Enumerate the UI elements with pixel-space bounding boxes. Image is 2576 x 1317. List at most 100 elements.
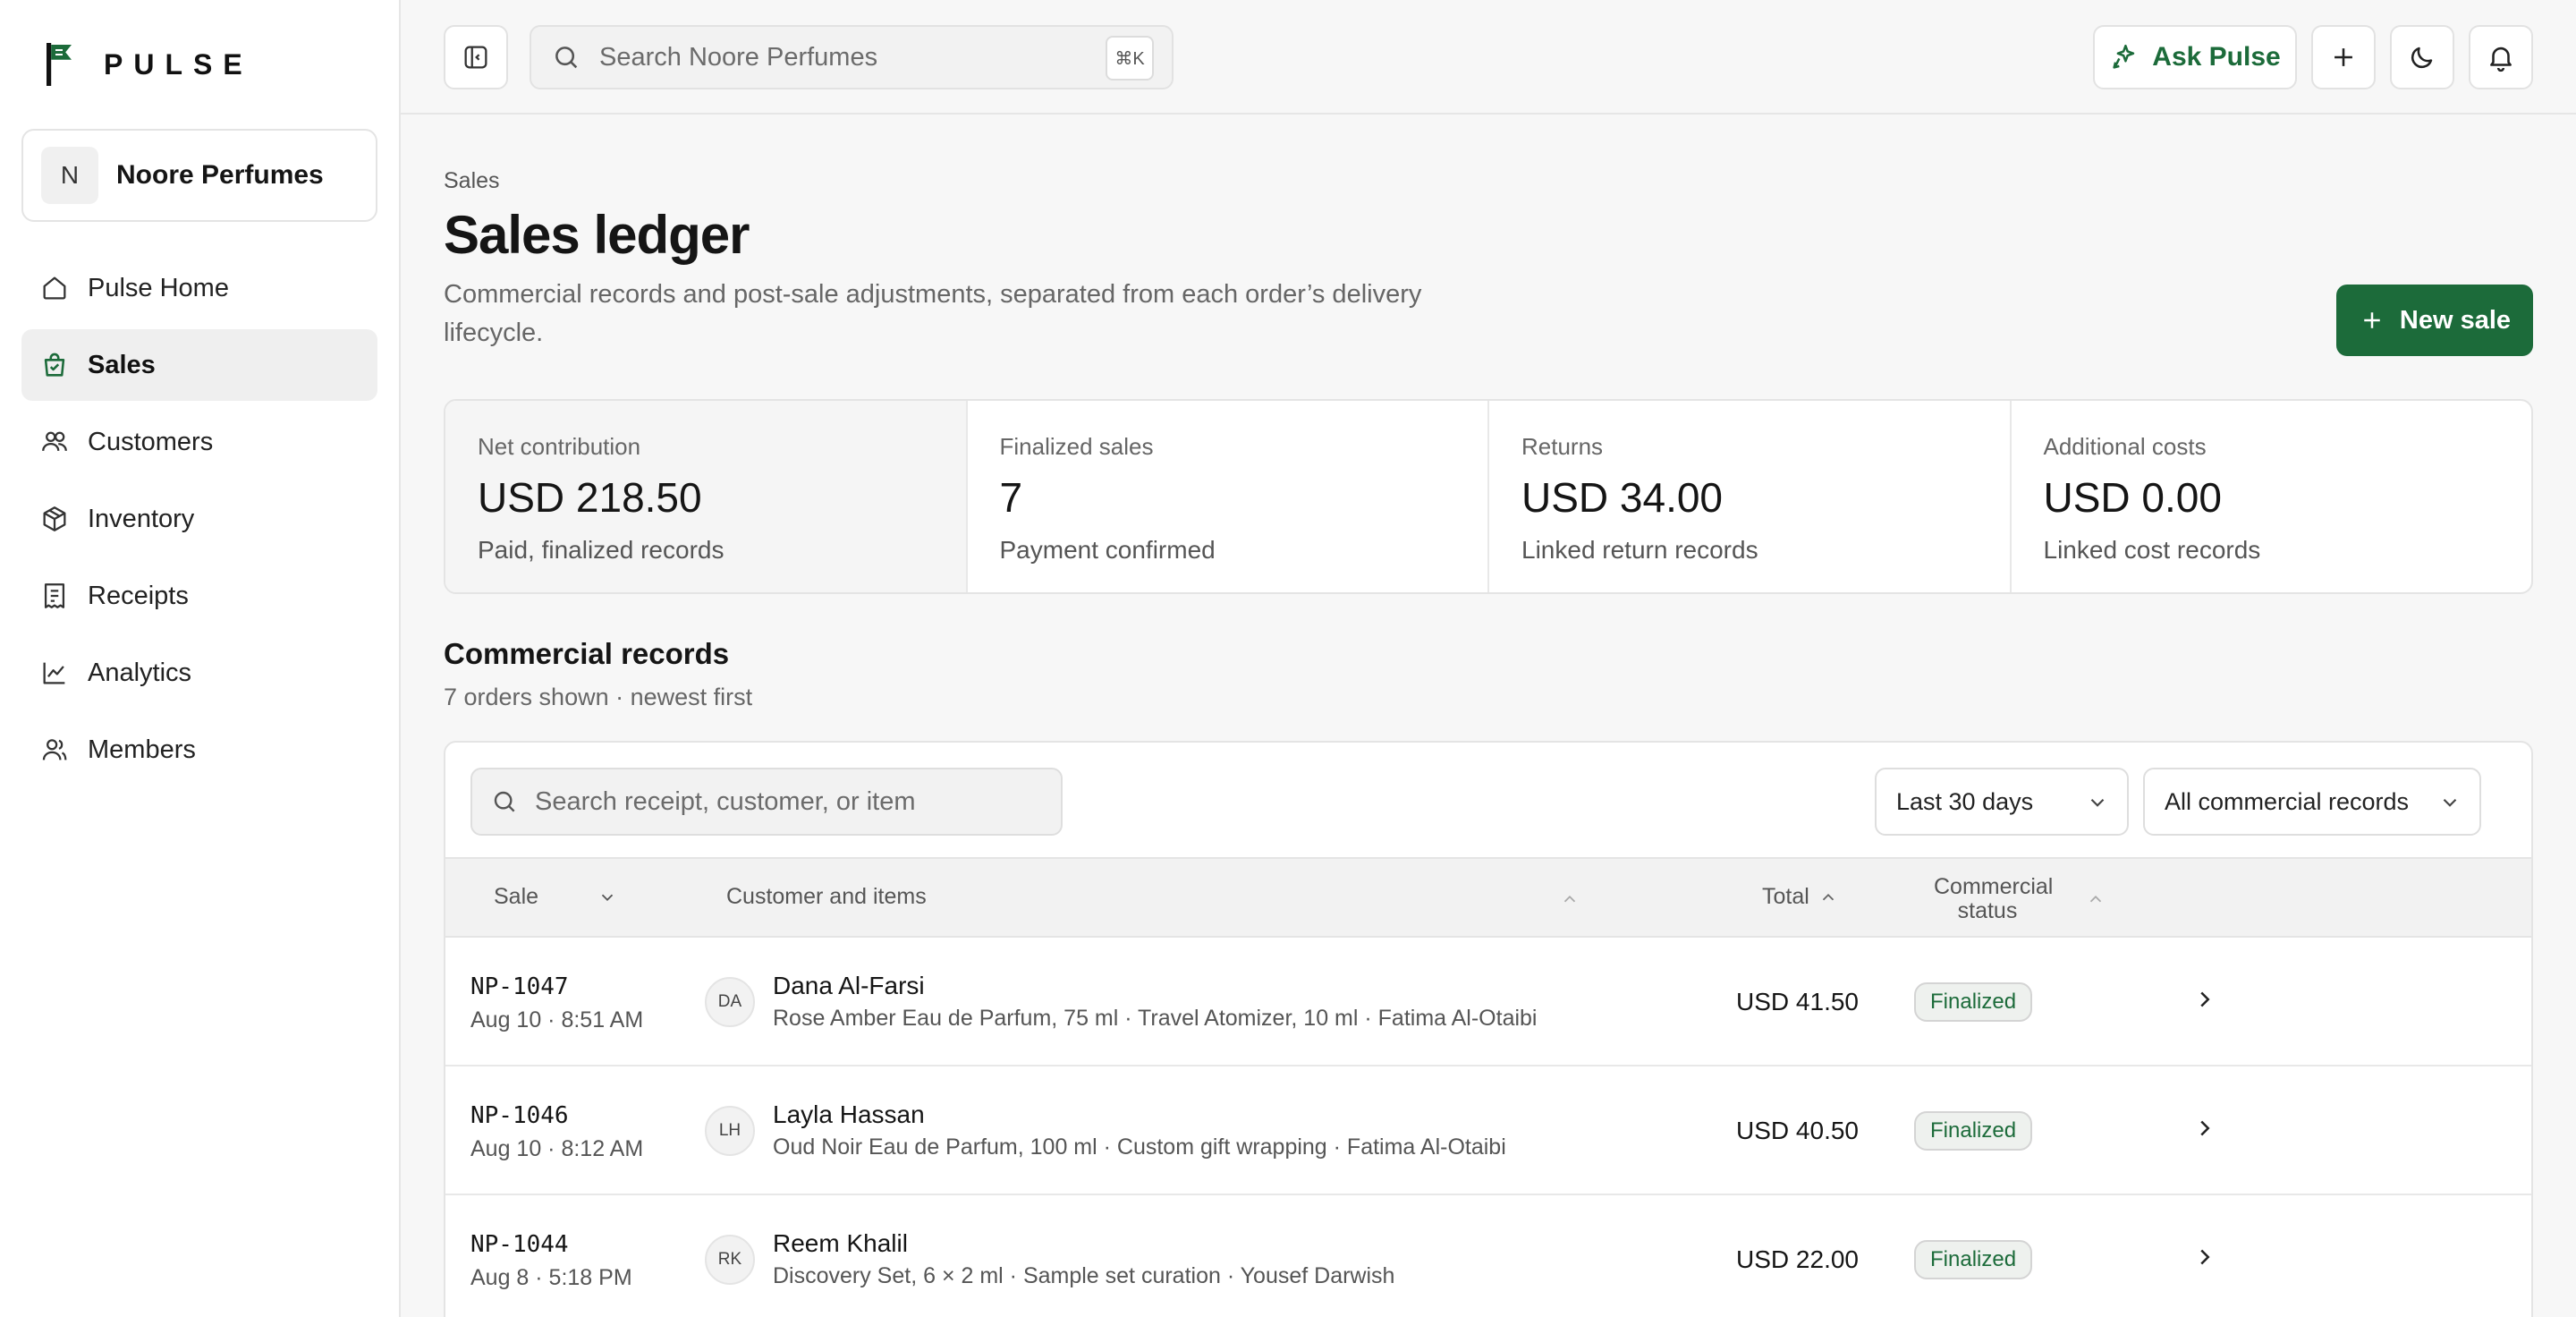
stat-net-contribution: Net contribution USD 218.50 Paid, finali…	[445, 401, 968, 592]
sidebar-item-receipts[interactable]: Receipts	[21, 560, 377, 632]
sort-chevron-up-icon[interactable]	[1560, 889, 1580, 909]
section-subtitle: 7 orders shown · newest first	[444, 684, 753, 710]
stat-label: Net contribution	[478, 433, 641, 460]
column-label: Sale	[494, 884, 539, 909]
sidebar-item-label: Sales	[88, 350, 156, 379]
sale-total: USD 40.50	[1736, 1117, 1859, 1144]
order-items: Discovery Set, 6 × 2 ml · Sample set cur…	[773, 1263, 1395, 1288]
global-search-placeholder: Search Noore Perfumes	[599, 42, 878, 72]
sale-id: NP-1046	[470, 1102, 569, 1129]
avatar: RK	[705, 1235, 755, 1285]
workspace-avatar: N	[41, 147, 98, 204]
stat-value: USD 0.00	[2043, 474, 2222, 521]
chevron-right-icon[interactable]	[2191, 1115, 2218, 1142]
sale-id: NP-1047	[470, 973, 569, 1000]
table-row[interactable]: NP-1044 Aug 8 · 5:18 PM RK Reem Khalil D…	[445, 1195, 2531, 1317]
moon-icon	[2411, 47, 2433, 69]
chevron-right-icon[interactable]	[2191, 986, 2218, 1013]
members-icon	[42, 739, 67, 760]
sort-chevron-up-icon	[1822, 893, 1834, 900]
sidebar-item-pulse-home[interactable]: Pulse Home	[21, 252, 377, 324]
shopping-bag-icon	[44, 353, 65, 377]
new-sale-label: New sale	[2399, 305, 2512, 335]
column-label: Commercial status	[1934, 874, 2054, 923]
line-chart-icon	[43, 662, 65, 684]
status-badge: Finalized	[1914, 1111, 2033, 1151]
column-header-status[interactable]: Commercial status	[1934, 875, 2106, 923]
chevron-down-icon	[2090, 798, 2105, 807]
stat-value: USD 218.50	[478, 474, 702, 521]
customer-name: Reem Khalil	[773, 1229, 908, 1257]
sidebar-toggle-icon	[464, 46, 487, 69]
column-header-sale[interactable]: Sale	[494, 884, 617, 910]
date-range-select[interactable]: Last 30 days	[1875, 768, 2129, 836]
date-range-value: Last 30 days	[1896, 787, 2034, 815]
status-badge: Finalized	[1914, 1240, 2033, 1279]
stats-summary: Net contribution USD 218.50 Paid, finali…	[444, 399, 2533, 594]
stat-additional-costs: Additional costs USD 0.00 Linked cost re…	[2012, 401, 2532, 592]
stat-label: Returns	[1521, 433, 1604, 460]
sidebar-item-analytics[interactable]: Analytics	[21, 637, 377, 709]
filter-bar: Search receipt, customer, or item Last 3…	[445, 743, 2531, 857]
users-icon	[42, 431, 67, 452]
sort-chevron-up-icon	[2089, 895, 2102, 903]
toggle-sidebar-button[interactable]	[444, 25, 508, 89]
sale-date: Aug 8 · 5:18 PM	[470, 1265, 632, 1290]
sidebar-item-label: Members	[88, 735, 196, 764]
avatar: LH	[705, 1106, 755, 1156]
sale-date: Aug 10 · 8:51 AM	[470, 1007, 644, 1032]
workspace-switcher[interactable]: N Noore Perfumes	[21, 129, 377, 222]
column-header-customer[interactable]: Customer and items	[726, 884, 927, 910]
order-items: Oud Noir Eau de Parfum, 100 ml · Custom …	[773, 1134, 1506, 1160]
sidebar-item-members[interactable]: Members	[21, 714, 377, 786]
chevron-down-icon	[601, 894, 614, 901]
record-type-select[interactable]: All commercial records	[2143, 768, 2481, 836]
brand[interactable]: PULSE	[43, 39, 253, 89]
sale-id: NP-1044	[470, 1231, 569, 1258]
customer-name: Layla Hassan	[773, 1100, 925, 1128]
topbar: Search Noore Perfumes ⌘K Ask Pulse	[401, 0, 2576, 115]
column-label: Total	[1762, 884, 1809, 909]
column-header-total[interactable]: Total	[1762, 884, 1838, 910]
search-icon	[555, 47, 578, 69]
notifications-button[interactable]	[2469, 25, 2533, 89]
pulse-logo-icon	[47, 43, 72, 86]
records-search-input[interactable]: Search receipt, customer, or item	[470, 768, 1063, 836]
stat-label: Finalized sales	[999, 433, 1154, 460]
stat-value: USD 34.00	[1521, 474, 1724, 521]
theme-toggle-button[interactable]	[2390, 25, 2454, 89]
stat-finalized-sales: Finalized sales 7 Payment confirmed	[968, 401, 1489, 592]
stat-caption: Paid, finalized records	[478, 536, 724, 564]
page-description: Commercial records and post-sale adjustm…	[444, 280, 1422, 347]
stat-caption: Linked cost records	[2043, 536, 2261, 564]
sidebar-nav: Pulse Home Sales Customers Inventory Rec…	[21, 252, 377, 791]
chevron-down-icon	[2443, 798, 2457, 807]
order-items: Rose Amber Eau de Parfum, 75 ml · Travel…	[773, 1006, 1538, 1031]
plus-icon	[2364, 312, 2380, 328]
table-header: Sale Customer and items Total Commercial…	[445, 857, 2531, 938]
create-button[interactable]	[2311, 25, 2376, 89]
stat-caption: Linked return records	[1521, 536, 1758, 564]
bell-icon	[2490, 47, 2512, 72]
breadcrumb[interactable]: Sales	[444, 168, 500, 194]
sidebar-item-label: Pulse Home	[88, 273, 229, 302]
sale-total: USD 22.00	[1736, 1245, 1859, 1273]
sidebar-item-label: Customers	[88, 427, 214, 456]
sidebar-item-sales[interactable]: Sales	[21, 329, 377, 401]
records-search-placeholder: Search receipt, customer, or item	[535, 786, 916, 816]
chevron-right-icon[interactable]	[2191, 1244, 2218, 1270]
sidebar-item-inventory[interactable]: Inventory	[21, 483, 377, 555]
sparkle-icon	[2113, 44, 2135, 69]
sale-date: Aug 10 · 8:12 AM	[470, 1136, 644, 1161]
customer-name: Dana Al-Farsi	[773, 972, 925, 999]
global-search-input[interactable]: Search Noore Perfumes ⌘K	[530, 25, 1174, 89]
table-row[interactable]: NP-1046 Aug 10 · 8:12 AM LH Layla Hassan…	[445, 1066, 2531, 1195]
brand-name: PULSE	[104, 47, 253, 81]
stat-value: 7	[999, 474, 1023, 521]
sidebar-item-customers[interactable]: Customers	[21, 406, 377, 478]
home-icon	[43, 276, 66, 300]
ask-pulse-button[interactable]: Ask Pulse	[2093, 25, 2297, 89]
table-row[interactable]: NP-1047 Aug 10 · 8:51 AM DA Dana Al-Fars…	[445, 938, 2531, 1066]
new-sale-button[interactable]: New sale	[2336, 285, 2533, 356]
sidebar-item-label: Analytics	[88, 658, 192, 687]
